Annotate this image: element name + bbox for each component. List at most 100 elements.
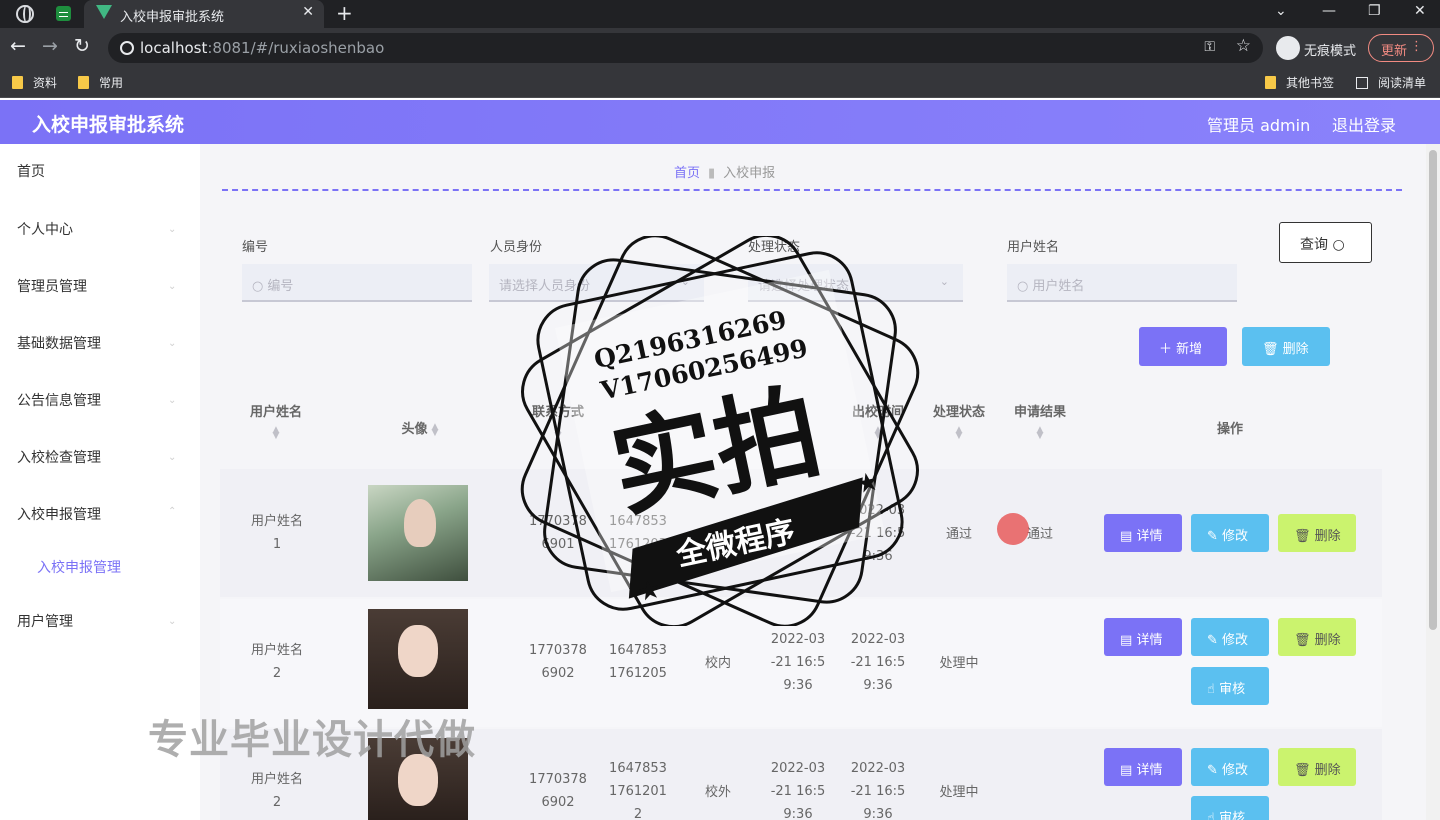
trash-icon: 🗑 bbox=[1294, 633, 1311, 648]
chevron-down-icon: ⌄ bbox=[168, 338, 177, 349]
detail-button[interactable]: ▤ 详情 bbox=[1104, 514, 1182, 552]
folder-icon bbox=[78, 76, 89, 89]
edit-button[interactable]: ✎ 修改 bbox=[1191, 514, 1269, 552]
th-result[interactable]: 申请结果 ▲ ▼ bbox=[1010, 404, 1070, 441]
th-actions: 操作 bbox=[1216, 422, 1243, 437]
query-button[interactable]: 查询 ○ bbox=[1279, 222, 1372, 263]
detail-button[interactable]: ▤ 详情 bbox=[1104, 618, 1182, 656]
sort-icon[interactable]: ▲ ▼ bbox=[929, 426, 989, 441]
back-icon[interactable]: ← bbox=[10, 35, 26, 57]
delete-button[interactable]: 🗑 删除 bbox=[1278, 514, 1356, 552]
doc-icon: ▤ bbox=[1120, 633, 1133, 648]
detail-button[interactable]: ▤ 详情 bbox=[1104, 748, 1182, 786]
folder-icon bbox=[1265, 76, 1276, 89]
sidebar-subitem-declare-manage[interactable]: 入校申报管理 bbox=[37, 557, 121, 577]
cell-username: 用户姓名 1 bbox=[250, 514, 303, 552]
breadcrumb-separator-icon: ▮ bbox=[708, 166, 716, 181]
logout-link[interactable]: 退出登录 bbox=[1332, 112, 1396, 136]
cell-status: 通过 bbox=[945, 527, 972, 542]
watermark-stamp: Q2196316269 V17060256499 实拍 全微程序 ★ ★ bbox=[520, 236, 920, 626]
cell-time: 2022-03 -21 16:5 9:36 bbox=[850, 761, 906, 820]
sidebar-item-admin-manage[interactable]: 管理员管理 bbox=[17, 276, 87, 296]
cell-time: 2022-03 -21 16:5 9:36 bbox=[770, 761, 826, 820]
scrollbar-thumb[interactable] bbox=[1429, 150, 1437, 630]
audit-button[interactable]: ☝ 审核 bbox=[1191, 796, 1269, 820]
browser-tabstrip: 入校申报审批系统 ✕ + ⌄ — ❐ ✕ bbox=[0, 0, 1440, 28]
click-indicator bbox=[997, 513, 1029, 545]
delete-button[interactable]: 🗑 删除 bbox=[1278, 748, 1356, 786]
new-tab-icon[interactable]: + bbox=[336, 1, 353, 25]
sidebar-item-check[interactable]: 入校检查管理 bbox=[17, 447, 101, 467]
minimize-icon[interactable]: — bbox=[1322, 3, 1336, 19]
breadcrumb-home[interactable]: 首页 bbox=[674, 166, 700, 181]
search-icon: ○ bbox=[252, 279, 264, 294]
browser-tab-active[interactable]: 入校申报审批系统 ✕ bbox=[84, 0, 324, 28]
sidebar-item-user-manage[interactable]: 用户管理 bbox=[17, 611, 73, 631]
sidebar-item-personal-center[interactable]: 个人中心 bbox=[17, 219, 73, 239]
tab-list-icon[interactable]: ⌄ bbox=[1275, 3, 1287, 19]
cell-idcard: 1647853 1761205 bbox=[609, 643, 667, 681]
url-text[interactable]: localhost:8081/#/ruxiaoshenbao bbox=[140, 39, 384, 57]
chevron-down-icon: ⌄ bbox=[168, 395, 177, 406]
close-tab-icon[interactable]: ✕ bbox=[302, 4, 314, 20]
filter-username-input[interactable]: ○ 用户姓名 bbox=[1007, 264, 1237, 302]
th-avatar[interactable]: 头像 ▲ ▼ bbox=[380, 421, 460, 438]
bookmark-star-icon[interactable]: ☆ bbox=[1236, 36, 1251, 56]
pencil-icon: ✎ bbox=[1207, 763, 1218, 778]
sort-icon[interactable]: ▲ ▼ bbox=[432, 422, 439, 437]
app-header: 入校申报审批系统 管理员 admin 退出登录 bbox=[0, 100, 1440, 144]
hand-icon: ☝ bbox=[1207, 682, 1215, 697]
bookmark-folder-changyong[interactable]: 常用 bbox=[78, 74, 123, 91]
th-username[interactable]: 用户姓名 ▲ ▼ bbox=[248, 404, 304, 441]
cell-idcard: 1647853 1761201 2 bbox=[609, 761, 667, 820]
key-icon[interactable]: ⚿ bbox=[1204, 39, 1215, 55]
forward-icon[interactable]: → bbox=[42, 35, 58, 57]
edit-button[interactable]: ✎ 修改 bbox=[1191, 618, 1269, 656]
cell-identity: 校外 bbox=[704, 785, 731, 800]
cell-time: 2022-03 -21 16:5 9:36 bbox=[850, 632, 906, 693]
reload-icon[interactable]: ↻ bbox=[74, 35, 90, 57]
sidebar-item-home[interactable]: 首页 bbox=[17, 161, 45, 181]
sort-icon[interactable]: ▲ ▼ bbox=[248, 426, 304, 441]
batch-delete-button[interactable]: 🗑 删除 bbox=[1242, 327, 1330, 366]
tab-title: 入校申报审批系统 bbox=[120, 10, 225, 25]
sort-icon[interactable]: ▲ ▼ bbox=[1010, 426, 1070, 441]
filter-label-username: 用户姓名 bbox=[1007, 240, 1060, 255]
th-status[interactable]: 处理状态 ▲ ▼ bbox=[929, 404, 989, 441]
window-close-icon[interactable]: ✕ bbox=[1414, 3, 1426, 19]
other-bookmarks[interactable]: 其他书签 bbox=[1265, 74, 1334, 91]
cell-username: 用户姓名 2 bbox=[250, 643, 303, 681]
globe-icon[interactable] bbox=[16, 5, 34, 23]
sidebar-item-notice[interactable]: 公告信息管理 bbox=[17, 390, 101, 410]
cell-phone: 1770378 6902 bbox=[529, 772, 587, 810]
address-bar[interactable]: localhost:8081/#/ruxiaoshenbao ⚿ ☆ bbox=[108, 33, 1263, 63]
page-scrollbar[interactable] bbox=[1426, 144, 1440, 820]
search-icon: ○ bbox=[1017, 279, 1029, 294]
sidebar-item-base-data[interactable]: 基础数据管理 bbox=[17, 333, 101, 353]
doc-icon: ▤ bbox=[1120, 529, 1133, 544]
filter-id-input[interactable]: ○ 编号 bbox=[242, 264, 472, 302]
menu-dots-icon[interactable]: ⋮ bbox=[1410, 39, 1423, 54]
add-button[interactable]: ＋ 新增 bbox=[1139, 327, 1227, 366]
update-button[interactable]: 更新 ⋮ bbox=[1368, 34, 1434, 62]
trash-icon: 🗑 bbox=[1262, 342, 1279, 357]
sheets-tab-icon[interactable] bbox=[56, 6, 71, 21]
edit-button[interactable]: ✎ 修改 bbox=[1191, 748, 1269, 786]
sidebar-item-declare[interactable]: 入校申报管理 bbox=[17, 504, 101, 524]
site-info-icon[interactable] bbox=[120, 41, 134, 55]
trash-icon: 🗑 bbox=[1294, 763, 1311, 778]
restore-icon[interactable]: ❐ bbox=[1368, 3, 1381, 19]
cell-identity: 校内 bbox=[704, 656, 731, 671]
reading-list[interactable]: 阅读清单 bbox=[1356, 74, 1426, 91]
avatar bbox=[368, 485, 468, 581]
bookmarks-bar: 资料 常用 其他书签 阅读清单 bbox=[0, 68, 1440, 98]
bookmark-folder-ziliao[interactable]: 资料 bbox=[12, 74, 57, 91]
incognito-icon[interactable] bbox=[1276, 36, 1300, 60]
reading-list-icon bbox=[1356, 77, 1368, 89]
audit-button[interactable]: ☝ 审核 bbox=[1191, 667, 1269, 705]
delete-button[interactable]: 🗑 删除 bbox=[1278, 618, 1356, 656]
admin-label: 管理员 admin bbox=[1207, 116, 1311, 135]
filter-label-id: 编号 bbox=[242, 240, 269, 255]
browser-toolbar: ← → ↻ localhost:8081/#/ruxiaoshenbao ⚿ ☆… bbox=[0, 28, 1440, 68]
cell-phone: 1770378 6902 bbox=[529, 643, 587, 681]
